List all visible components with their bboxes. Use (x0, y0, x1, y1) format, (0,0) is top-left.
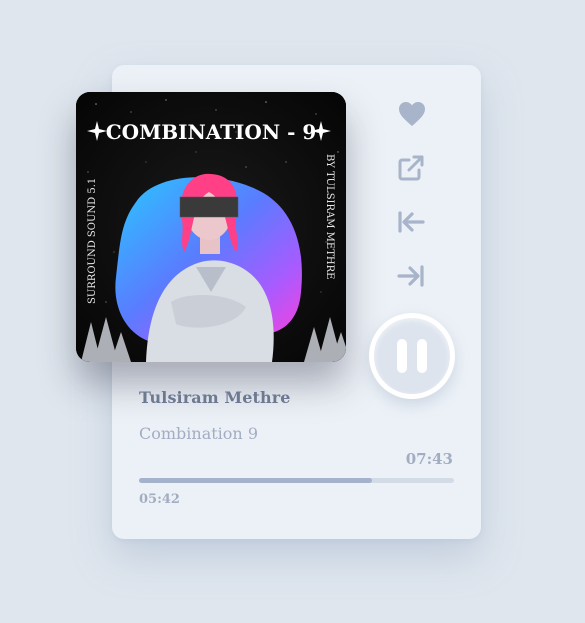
heart-icon (399, 102, 425, 126)
pause-icon (392, 339, 432, 373)
elapsed-time: 05:42 (139, 492, 180, 507)
pause-button[interactable] (369, 313, 455, 399)
artist-name: Tulsiram Methre (139, 388, 291, 407)
previous-button[interactable] (393, 204, 429, 240)
next-button[interactable] (393, 258, 429, 294)
external-link-icon (398, 155, 424, 181)
skip-forward-icon (397, 265, 424, 287)
share-button[interactable] (393, 150, 429, 186)
like-button[interactable] (394, 96, 430, 132)
track-duration: 07:43 (405, 450, 453, 468)
cover-title: COMBINATION - 9 (106, 120, 317, 144)
album-artwork: COMBINATION - 9 SURROUND SOUND 5.1 BY TU… (76, 92, 346, 362)
cover-right-text: BY TULSIRAM METHRE (324, 154, 335, 279)
track-title: Combination 9 (139, 424, 258, 443)
progress-fill (139, 478, 373, 483)
album-cover: COMBINATION - 9 SURROUND SOUND 5.1 BY TU… (76, 92, 346, 362)
progress-bar[interactable] (139, 478, 454, 483)
cover-left-text: SURROUND SOUND 5.1 (87, 178, 98, 304)
skip-back-icon (398, 211, 425, 233)
